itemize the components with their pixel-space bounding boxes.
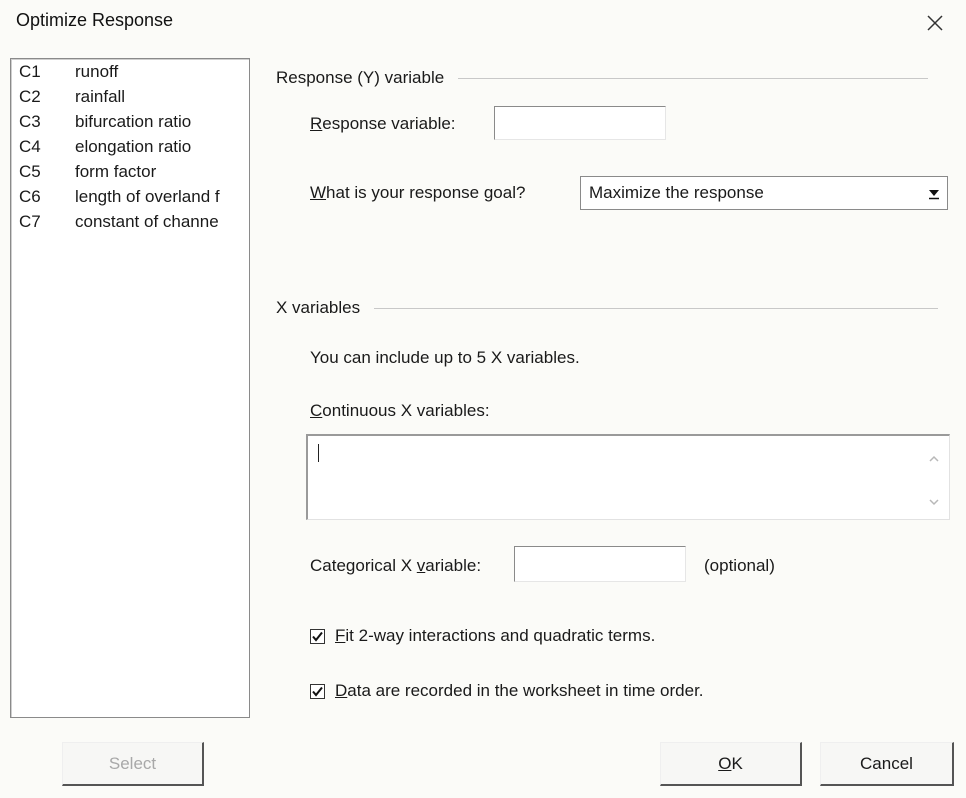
label-text: it 2-way interactions and quadratic term… (345, 626, 656, 645)
response-variable-input[interactable] (494, 106, 666, 140)
accelerator-key: D (335, 681, 348, 700)
text-caret (318, 444, 319, 462)
time-order-checkbox[interactable] (310, 683, 325, 699)
label-text: ariable: (425, 556, 482, 575)
response-goal-label: What is your response goal? (310, 183, 525, 203)
section-divider (374, 307, 939, 309)
label-text: ata are recorded in the worksheet in tim… (347, 681, 704, 700)
optional-hint: (optional) (704, 556, 775, 575)
column-list-item[interactable]: C7 constant of channe (11, 209, 249, 234)
continuous-x-label: Continuous X variables: (310, 401, 490, 421)
x-variables-info-text: You can include up to 5 X variables. (310, 348, 580, 367)
categorical-x-label: Categorical X variable: (310, 556, 481, 576)
close-button[interactable] (922, 10, 948, 36)
fit-interactions-option[interactable]: Fit 2-way interactions and quadratic ter… (310, 626, 655, 646)
close-icon (927, 15, 943, 31)
response-goal-dropdown[interactable]: Maximize the response (580, 176, 948, 210)
column-name: constant of channe (75, 212, 219, 231)
fit-interactions-label: Fit 2-way interactions and quadratic ter… (335, 626, 655, 646)
fit-interactions-checkbox[interactable] (310, 628, 325, 644)
column-id: C1 (19, 62, 41, 81)
label-text: hat is your response goal? (326, 183, 526, 202)
label-text: ontinuous X variables: (322, 401, 490, 420)
cancel-button[interactable]: Cancel (820, 742, 954, 786)
response-variable-label: Response variable: (310, 114, 456, 134)
accelerator-key: F (335, 626, 346, 645)
response-section-header: Response (Y) variable (276, 68, 929, 88)
column-name: bifurcation ratio (75, 112, 192, 131)
column-id: C5 (19, 162, 41, 181)
chevron-down-icon (929, 499, 939, 506)
column-name: length of overland f (75, 187, 220, 206)
column-id: C2 (19, 87, 41, 106)
accelerator-key: C (310, 401, 323, 420)
response-goal-value: Maximize the response (589, 183, 764, 202)
button-label: K (731, 753, 743, 773)
column-name: rainfall (75, 87, 126, 106)
ok-button[interactable]: OK (660, 742, 802, 786)
column-list-item[interactable]: C2 rainfall (11, 84, 249, 109)
column-list-item[interactable]: C4 elongation ratio (11, 134, 249, 159)
column-list-item[interactable]: C3 bifurcation ratio (11, 109, 249, 134)
column-list[interactable]: C1 runoff C2 rainfall C3 bifurcation rat… (10, 58, 250, 718)
scroll-up-button[interactable] (927, 452, 941, 466)
accelerator-key: v (416, 556, 426, 575)
dialog-title: Optimize Response (16, 10, 174, 30)
time-order-option[interactable]: Data are recorded in the worksheet in ti… (310, 681, 704, 701)
x-variables-section-title: X variables (276, 298, 361, 317)
response-section-title: Response (Y) variable (276, 68, 445, 87)
x-variables-section-header: X variables (276, 298, 939, 318)
chevron-up-icon (929, 455, 939, 462)
column-list-item[interactable]: C1 runoff (11, 59, 249, 84)
column-id: C6 (19, 187, 41, 206)
column-list-item[interactable]: C5 form factor (11, 159, 249, 184)
column-id: C4 (19, 137, 41, 156)
chevron-down-icon (929, 190, 939, 200)
column-name: elongation ratio (75, 137, 192, 156)
section-divider (458, 77, 929, 79)
accelerator-key: O (718, 753, 732, 773)
continuous-x-input[interactable] (306, 434, 950, 520)
column-name: runoff (75, 62, 119, 81)
scroll-down-button[interactable] (927, 495, 941, 509)
checkmark-icon (312, 631, 323, 642)
categorical-x-input[interactable] (514, 546, 686, 582)
time-order-label: Data are recorded in the worksheet in ti… (335, 681, 704, 701)
column-list-item[interactable]: C6 length of overland f (11, 184, 249, 209)
accelerator-key: W (310, 183, 327, 202)
dropdown-arrow-button[interactable] (923, 180, 945, 206)
select-button[interactable]: Select (62, 742, 204, 786)
column-id: C7 (19, 212, 41, 231)
column-id: C3 (19, 112, 41, 131)
checkmark-icon (312, 686, 323, 697)
label-text: Categorical X (310, 556, 417, 575)
accelerator-key: R (310, 114, 323, 133)
column-name: form factor (75, 162, 157, 181)
label-text: esponse variable: (322, 114, 456, 133)
